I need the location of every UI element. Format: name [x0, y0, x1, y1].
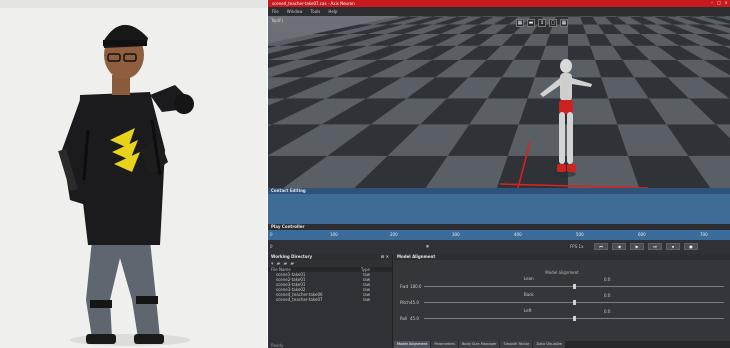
play-controller-panel: Play Controller 0 100 200 300 400 500 60… — [268, 224, 730, 254]
stop-icon[interactable]: ⏹ — [666, 243, 680, 250]
slider-value: 0.0 — [604, 293, 611, 298]
viewport-toolbar: ▦ ▬ ↕ ▢ ▦ — [516, 19, 568, 27]
menu-bar: File Window Tools Help — [268, 7, 730, 16]
working-directory-panel: Working Directory ⊡ ✕ ▾ ▰ ▰ ▰ File Name … — [268, 254, 393, 348]
checkered-floor — [268, 16, 730, 188]
ruler-tick: 700 — [700, 232, 708, 237]
left-slider-row: Left 0.0 Roll 45.0 — [394, 308, 730, 322]
slider-name: Fwd — [400, 284, 409, 289]
tab-data-visualize[interactable]: Data Visualize — [533, 341, 566, 348]
model-alignment-title: Model Alignment — [394, 254, 730, 260]
frame-icon[interactable]: ▢ — [549, 19, 557, 27]
lean-slider-row: Lean 0.0 Fwd 180.0 — [394, 276, 730, 290]
floor-tile — [568, 16, 581, 17]
play-icon[interactable]: ▶ — [630, 243, 644, 250]
ruler-tick: 0 — [270, 232, 273, 237]
fps-label: FPS 1x — [570, 244, 584, 249]
record-icon[interactable]: ● — [684, 243, 698, 250]
slider-thumb[interactable] — [573, 284, 576, 289]
file-name: scene4_teacher-take07 — [276, 297, 323, 302]
grid-view-icon[interactable]: ▦ — [516, 19, 524, 27]
ruler-tick: 100 — [330, 232, 338, 237]
tab-smooth-factor[interactable]: Smooth Factor — [500, 341, 533, 348]
slider-label: Left — [524, 308, 532, 313]
viewport-label: Top(F) — [271, 18, 284, 23]
slider-thumb[interactable] — [573, 316, 576, 321]
timeline-ruler[interactable]: 0 100 200 300 400 500 600 700 — [268, 230, 730, 240]
panel-close-icon[interactable]: ⊡ ✕ — [381, 254, 389, 260]
slider-label: Back — [524, 292, 534, 297]
working-directory-title: Working Directory — [271, 254, 313, 259]
slider-label: Lean — [524, 276, 534, 281]
file-type: raw — [362, 297, 370, 302]
layout-icon[interactable]: ▦ — [560, 19, 568, 27]
window-title: scene4_teacher-take07.cas - Axis Neuron — [272, 1, 355, 6]
bottom-panels: Working Directory ⊡ ✕ ▾ ▰ ▰ ▰ File Name … — [268, 254, 730, 348]
slider-number[interactable]: 180.0 — [410, 284, 421, 289]
axis-neuron-window: scene4_teacher-take07.cas - Axis Neuron … — [268, 0, 730, 348]
ruler-tick: 400 — [514, 232, 522, 237]
slider-name: Pitch — [400, 300, 410, 305]
close-button[interactable]: × — [724, 1, 728, 5]
slider-number[interactable]: 45.0 — [410, 300, 419, 305]
tab-body-size-manager[interactable]: Body Size Manager — [458, 341, 500, 348]
slider-value: 0.0 — [604, 277, 611, 282]
contact-editing-title: Contact Editing — [268, 188, 730, 194]
slider-value: 0.0 — [604, 309, 611, 314]
menu-help[interactable]: Help — [328, 7, 337, 16]
model-alignment-panel: Model Alignment Model alignment Lean 0.0… — [394, 254, 730, 348]
pause-icon[interactable]: ⏸ — [426, 243, 429, 251]
window-controls: – □ × — [710, 1, 728, 5]
back-slider-row: Back 0.0 Pitch 45.0 — [394, 292, 730, 306]
tab-model-alignment[interactable]: Model Alignment — [394, 341, 431, 348]
slider-thumb[interactable] — [573, 300, 576, 305]
axis-icon[interactable]: ↕ — [538, 19, 546, 27]
transport-bar: 0 ⏸ FPS 1x ⏮ ◀ ▶ ⏭ ⏹ ● — [268, 240, 730, 254]
last-frame-icon[interactable]: ⏭ — [648, 243, 662, 250]
menu-file[interactable]: File — [272, 7, 279, 16]
contact-editing-panel: Contact Editing — [268, 188, 730, 224]
open-folder-icon[interactable]: ▰ — [283, 261, 287, 267]
panel-tabs: Model Alignment Parameters Body Size Man… — [394, 341, 730, 348]
folder-icon[interactable]: ▰ — [277, 261, 281, 267]
current-frame[interactable]: 0 — [270, 244, 273, 249]
list-item[interactable]: scene4_teacher-take07 raw — [268, 297, 392, 302]
performer-illustration — [0, 0, 267, 348]
maximize-button[interactable]: □ — [717, 1, 721, 5]
file-list: scene1-take01 raw scene2-take01 raw scen… — [268, 272, 392, 302]
floor-icon[interactable]: ▬ — [527, 19, 535, 27]
ruler-tick: 500 — [576, 232, 584, 237]
model-alignment-subtitle: Model alignment — [545, 270, 579, 275]
status-text: Ready — [271, 343, 284, 348]
tab-parameters[interactable]: Parameters — [431, 341, 458, 348]
floor-tile — [555, 16, 568, 17]
title-bar: scene4_teacher-take07.cas - Axis Neuron … — [268, 0, 730, 7]
minimize-button[interactable]: – — [710, 1, 714, 5]
slider-name: Roll — [400, 316, 408, 321]
menu-tools[interactable]: Tools — [310, 7, 320, 16]
filter-icon[interactable]: ▾ — [271, 261, 274, 267]
3d-viewport[interactable]: Top(F) ▦ ▬ ↕ ▢ ▦ — [268, 16, 730, 188]
performer-photo — [0, 0, 267, 348]
ruler-tick: 300 — [452, 232, 460, 237]
slider-number[interactable]: 45.0 — [410, 316, 419, 321]
first-frame-icon[interactable]: ⏮ — [594, 243, 608, 250]
ruler-tick: 600 — [638, 232, 646, 237]
save-icon[interactable]: ▰ — [290, 261, 294, 267]
menu-window[interactable]: Window — [287, 7, 303, 16]
step-back-icon[interactable]: ◀ — [612, 243, 626, 250]
ruler-tick: 200 — [390, 232, 398, 237]
working-directory-toolbar: ▾ ▰ ▰ ▰ — [268, 260, 392, 267]
